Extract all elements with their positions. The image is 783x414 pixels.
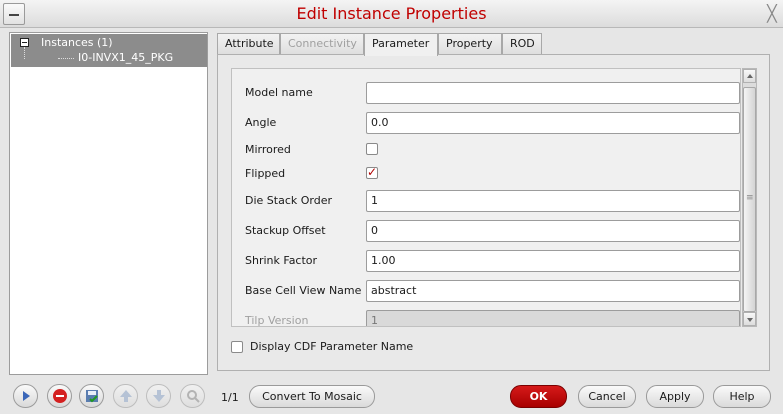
mirrored-checkbox[interactable] [366, 143, 378, 155]
window-title: Edit Instance Properties [296, 4, 487, 23]
cancel-button[interactable]: Cancel [578, 385, 636, 408]
move-down-button [146, 384, 171, 408]
save-button[interactable] [79, 384, 104, 408]
search-icon [187, 390, 200, 403]
tilp-version-label: Tilp Version [245, 314, 309, 327]
display-cdf-label: Display CDF Parameter Name [250, 340, 414, 353]
shrink-factor-label: Shrink Factor [245, 254, 318, 267]
move-up-button [113, 384, 138, 408]
die-stack-order-label: Die Stack Order [245, 194, 333, 207]
parameter-panel: Model name Angle 0.0 Mirrored Flipped Di… [217, 54, 770, 371]
play-button[interactable] [13, 384, 38, 408]
tab-connectivity: Connectivity [280, 33, 364, 55]
apply-button[interactable]: Apply [646, 385, 704, 408]
stop-icon [53, 389, 67, 403]
tilp-version-field: 1 [366, 310, 740, 326]
tree-connector [58, 58, 74, 59]
parameter-list: Model name Angle 0.0 Mirrored Flipped Di… [231, 68, 741, 327]
move-up-icon [120, 390, 132, 402]
scroll-down-icon[interactable] [743, 312, 756, 326]
display-cdf-checkbox[interactable] [231, 341, 243, 353]
shrink-factor-field[interactable]: 1.00 [366, 250, 740, 272]
tab-parameter[interactable]: Parameter [364, 33, 438, 56]
tree-node-instance[interactable]: I0-INVX1_45_PKG [78, 50, 173, 66]
mirrored-label: Mirrored [245, 143, 291, 156]
play-icon [23, 391, 30, 401]
angle-field[interactable]: 0.0 [366, 112, 740, 134]
angle-label: Angle [245, 116, 277, 129]
stop-button[interactable] [47, 384, 72, 408]
stackup-offset-field[interactable]: 0 [366, 220, 740, 242]
instance-count: 1/1 [221, 391, 239, 404]
find-button [180, 384, 205, 408]
ok-button[interactable]: OK [510, 385, 567, 408]
tab-rod[interactable]: ROD [502, 33, 542, 55]
tree-connector [24, 47, 25, 59]
scroll-up-icon[interactable] [743, 69, 756, 83]
base-cell-view-name-field[interactable]: abstract [366, 280, 740, 302]
collapse-icon[interactable] [20, 38, 29, 47]
tree-node-instances[interactable]: Instances (1) [41, 35, 113, 51]
title-bar: Edit Instance Properties ╳ [0, 0, 783, 28]
flipped-checkbox[interactable] [366, 165, 378, 179]
die-stack-order-field[interactable]: 1 [366, 190, 740, 212]
parameter-scrollbar[interactable] [742, 68, 757, 327]
tab-property[interactable]: Property [438, 33, 502, 55]
flipped-label: Flipped [245, 167, 286, 180]
bottom-toolbar: 1/1 Convert To Mosaic OK Cancel Apply He… [0, 378, 783, 414]
model-name-field[interactable] [366, 82, 740, 104]
help-button[interactable]: Help [713, 385, 771, 408]
save-icon [86, 390, 98, 403]
tab-attribute[interactable]: Attribute [217, 33, 280, 55]
instance-tree[interactable]: Instances (1) I0-INVX1_45_PKG [9, 32, 208, 375]
stackup-offset-label: Stackup Offset [245, 224, 326, 237]
base-cell-view-name-label: Base Cell View Name [245, 284, 362, 297]
move-down-icon [153, 390, 165, 402]
convert-to-mosaic-button[interactable]: Convert To Mosaic [249, 385, 375, 408]
model-name-label: Model name [245, 86, 313, 99]
close-icon[interactable]: ╳ [762, 4, 782, 24]
scrollbar-thumb[interactable] [743, 87, 756, 312]
